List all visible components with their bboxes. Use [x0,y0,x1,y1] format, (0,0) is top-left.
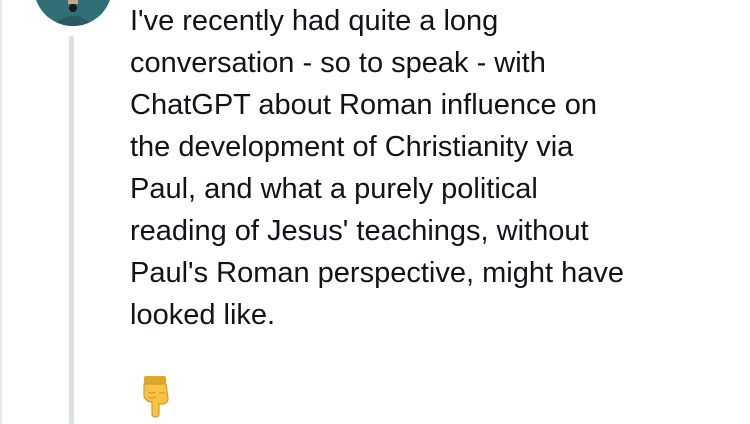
column-border [0,0,2,424]
post-text-line: Paul, and what a purely political [130,173,538,205]
post-text-line: Paul's Roman perspective, might have [130,257,624,289]
post-text: I've recently had quite a long conversat… [130,0,730,336]
post-text-line: the development of Christianity via [130,131,574,163]
thread-connector-line [69,36,74,424]
post-thread: I've recently had quite a long conversat… [0,0,750,424]
post-text-line: reading of Jesus' teachings, without [130,215,589,247]
post-text-line: conversation - so to speak - with [130,47,546,79]
post-text-line: I've recently had quite a long [130,5,499,37]
post-text-line: ChatGPT about Roman influence on [130,89,597,121]
backhand-index-pointing-down-icon [138,374,172,418]
post-text-line: looked like. [130,299,276,331]
avatar[interactable] [34,0,112,26]
